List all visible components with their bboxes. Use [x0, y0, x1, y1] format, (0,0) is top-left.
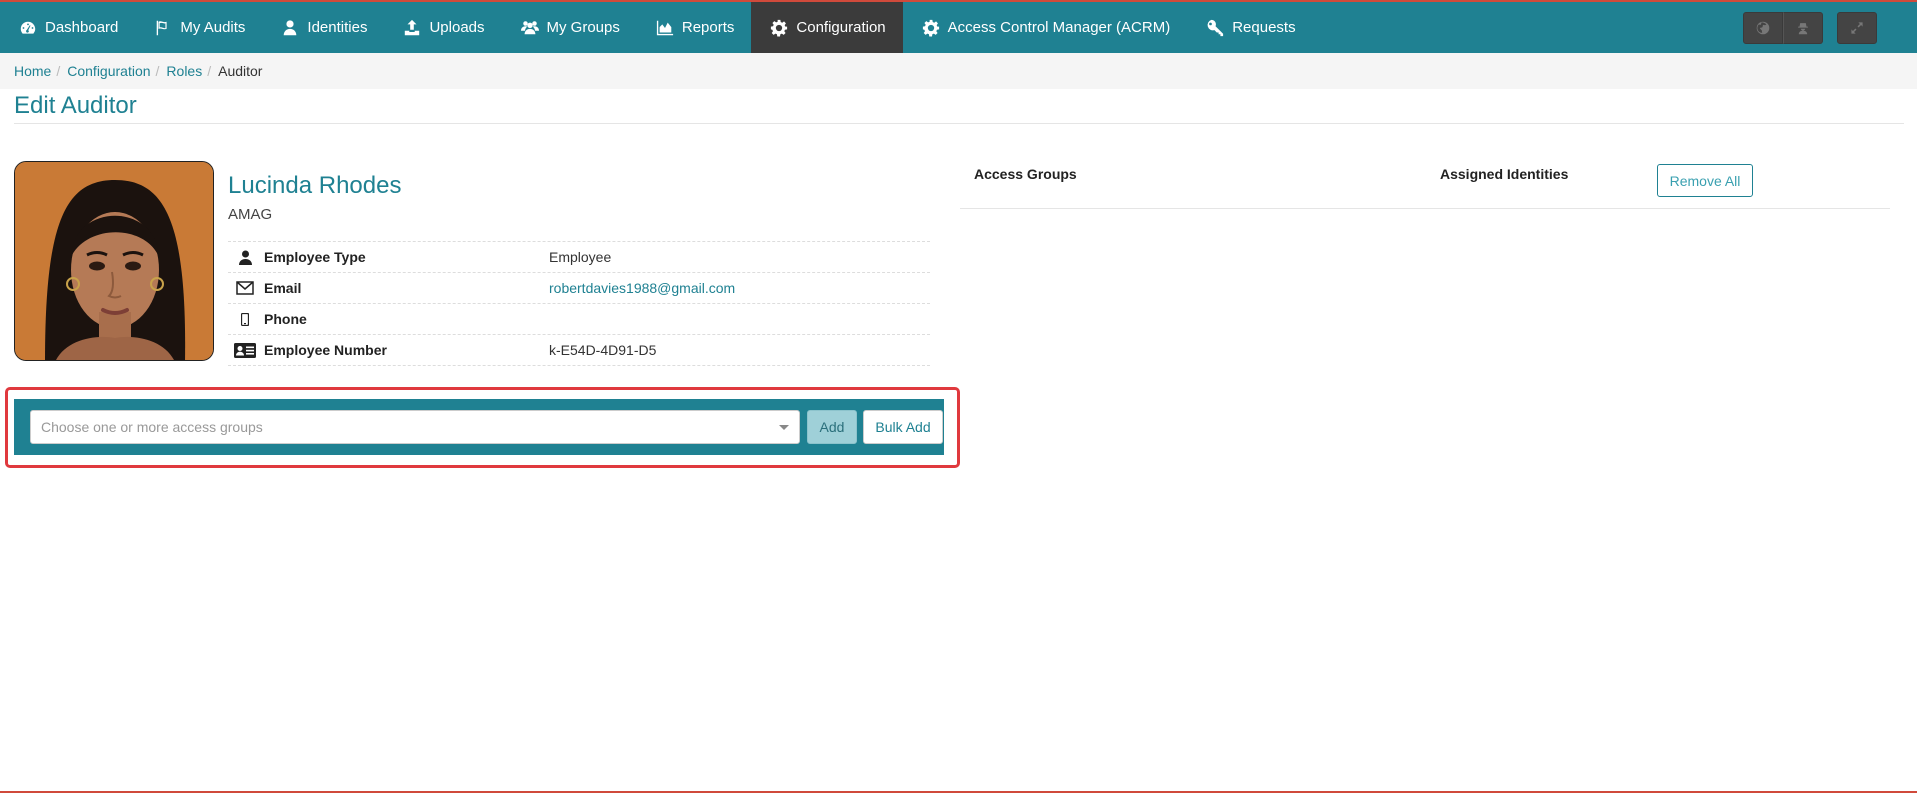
profile-details: Employee Type Employee Email robertdavie… [228, 241, 930, 366]
user-secret-icon [1798, 22, 1808, 34]
employee-number-value: k-E54D-4D91-D5 [549, 342, 657, 358]
title-divider [14, 123, 1904, 124]
privacy-button[interactable] [1783, 11, 1823, 44]
nav-reports-label: Reports [681, 19, 735, 36]
access-groups-placeholder: Choose one or more access groups [41, 419, 263, 435]
user-name: Lucinda Rhodes [228, 172, 402, 199]
breadcrumb-separator: / [207, 63, 212, 79]
breadcrumb-separator: / [155, 63, 160, 79]
email-label: Email [264, 280, 302, 296]
email-label-cell: Email [228, 280, 549, 296]
nav-my-groups[interactable]: My Groups [502, 2, 637, 53]
nav-requests-label: Requests [1232, 19, 1296, 36]
employee-type-label-cell: Employee Type [228, 249, 549, 265]
nav-right-tools [1743, 2, 1917, 53]
phone-label-cell: Phone [228, 311, 549, 327]
email-value[interactable]: robertdavies1988@gmail.com [549, 280, 735, 296]
avatar-portrait [15, 162, 213, 360]
breadcrumb-roles[interactable]: Roles [166, 63, 202, 79]
employee-type-value: Employee [549, 249, 612, 265]
area-chart-icon [656, 20, 673, 35]
user-icon [234, 250, 256, 265]
nav-identities-label: Identities [307, 19, 368, 36]
nav-requests[interactable]: Requests [1187, 2, 1312, 53]
dashboard-icon [20, 21, 36, 34]
add-button[interactable]: Add [807, 410, 857, 444]
avatar [14, 161, 214, 361]
mobile-icon [234, 312, 256, 326]
page-title: Edit Auditor [14, 92, 137, 119]
nav-dashboard[interactable]: Dashboard [0, 2, 135, 53]
breadcrumb-current: Auditor [218, 63, 263, 79]
breadcrumb: Home / Configuration / Roles / Auditor [0, 53, 1917, 89]
nav-reports[interactable]: Reports [637, 2, 752, 53]
nav-my-audits[interactable]: My Audits [135, 2, 262, 53]
remove-all-button[interactable]: Remove All [1657, 164, 1753, 197]
breadcrumb-configuration[interactable]: Configuration [67, 63, 150, 79]
column-access-groups: Access Groups [974, 166, 1077, 182]
users-icon [520, 20, 539, 34]
phone-row: Phone [228, 304, 930, 335]
nav-my-groups-label: My Groups [546, 19, 620, 36]
nav-dashboard-label: Dashboard [45, 19, 119, 36]
gear-icon [771, 19, 788, 36]
nav-configuration[interactable]: Configuration [751, 2, 903, 53]
employee-type-label: Employee Type [264, 249, 366, 265]
column-assigned-identities: Assigned Identities [1440, 166, 1569, 182]
bulk-add-button[interactable]: Bulk Add [863, 410, 943, 444]
employee-type-row: Employee Type Employee [228, 242, 930, 273]
phone-label: Phone [264, 311, 307, 327]
breadcrumb-home[interactable]: Home [14, 63, 51, 79]
top-nav: Dashboard My Audits Identities Uploads M… [0, 0, 1917, 53]
upload-icon [405, 19, 420, 35]
flag-icon [157, 20, 167, 35]
nav-acrm-label: Access Control Manager (ACRM) [947, 19, 1171, 36]
user-icon [284, 19, 297, 35]
employee-number-row: Employee Number k-E54D-4D91-D5 [228, 335, 930, 366]
breadcrumb-separator: / [56, 63, 61, 79]
employee-number-label-cell: Employee Number [228, 342, 549, 358]
access-groups-table-header: Access Groups Assigned Identities Remove… [960, 160, 1890, 209]
employee-number-label: Employee Number [264, 342, 387, 358]
fullscreen-button[interactable] [1837, 11, 1877, 44]
nav-acrm[interactable]: Access Control Manager (ACRM) [903, 2, 1188, 53]
expand-icon [1851, 21, 1863, 34]
globe-icon [1756, 21, 1770, 34]
nav-my-audits-label: My Audits [180, 19, 246, 36]
add-access-groups-bar: Choose one or more access groups Add Bul… [14, 399, 944, 455]
id-card-icon [234, 342, 256, 358]
email-row: Email robertdavies1988@gmail.com [228, 273, 930, 304]
nav-identities[interactable]: Identities [262, 2, 384, 53]
chevron-down-icon [779, 425, 789, 430]
nav-uploads[interactable]: Uploads [384, 2, 501, 53]
nav-configuration-label: Configuration [796, 19, 886, 36]
access-groups-select[interactable]: Choose one or more access groups [30, 410, 800, 444]
gear-icon [922, 19, 939, 36]
language-button[interactable] [1743, 11, 1783, 44]
nav-tool-group [1743, 11, 1823, 44]
key-icon [1207, 19, 1224, 36]
nav-uploads-label: Uploads [429, 19, 485, 36]
user-organization: AMAG [228, 206, 273, 223]
envelope-icon [234, 281, 256, 295]
